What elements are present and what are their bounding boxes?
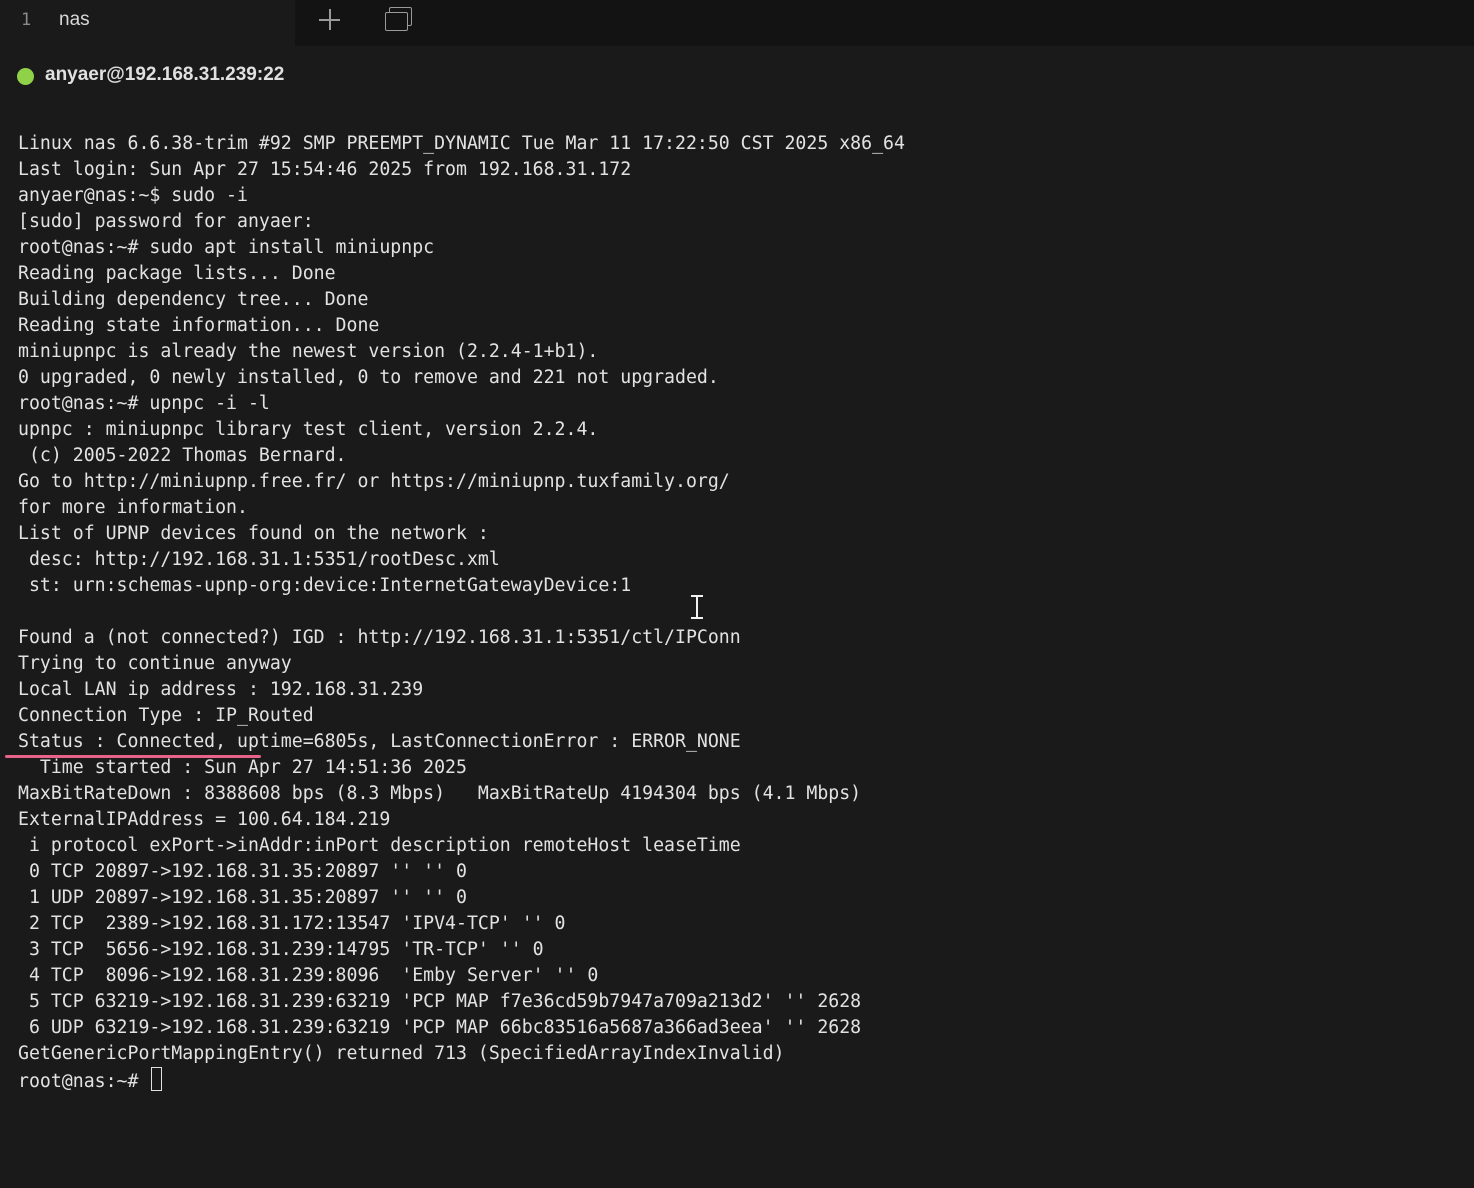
- terminal-prompt-line[interactable]: root@nas:~#: [18, 1067, 905, 1093]
- terminal-line: 2 TCP 2389->192.168.31.172:13547 'IPV4-T…: [18, 913, 566, 934]
- terminal-line: anyaer@nas:~$ sudo -i: [18, 185, 248, 206]
- terminal-line: 5 TCP 63219->192.168.31.239:63219 'PCP M…: [18, 991, 862, 1012]
- terminal-line: Found a (not connected?) IGD : http://19…: [18, 627, 741, 648]
- terminal-line: 0 upgraded, 0 newly installed, 0 to remo…: [18, 367, 719, 388]
- connection-status-dot: [17, 68, 34, 85]
- terminal-line: root@nas:~# sudo apt install miniupnpc: [18, 237, 435, 258]
- tab-label: nas: [59, 9, 90, 30]
- tab-bar: 1 nas: [0, 0, 1474, 46]
- terminal-output[interactable]: Linux nas 6.6.38-trim #92 SMP PREEMPT_DY…: [18, 131, 905, 1093]
- terminal-prompt: root@nas:~#: [18, 1071, 150, 1092]
- terminal-line: Local LAN ip address : 192.168.31.239: [18, 679, 424, 700]
- terminal-line: Go to http://miniupnp.free.fr/ or https:…: [18, 471, 730, 492]
- terminal-line: 1 UDP 20897->192.168.31.35:20897 '' '' 0: [18, 887, 467, 908]
- terminal-line: [sudo] password for anyaer:: [18, 211, 314, 232]
- session-label: anyaer@192.168.31.239:22: [45, 64, 285, 85]
- terminal-line: i protocol exPort->inAddr:inPort descrip…: [18, 835, 741, 856]
- terminal-line: ExternalIPAddress = 100.64.184.219: [18, 809, 391, 830]
- text-cursor-icon: [690, 594, 704, 620]
- windows-icon[interactable]: [381, 4, 415, 34]
- terminal-line: List of UPNP devices found on the networ…: [18, 523, 489, 544]
- status-highlight-underline: [5, 755, 261, 758]
- terminal-cursor: [151, 1067, 163, 1091]
- terminal-line: 6 UDP 63219->192.168.31.239:63219 'PCP M…: [18, 1017, 862, 1038]
- terminal-line: 4 TCP 8096->192.168.31.239:8096 'Emby Se…: [18, 965, 599, 986]
- tab-index: 1: [21, 10, 32, 30]
- terminal-line: 0 TCP 20897->192.168.31.35:20897 '' '' 0: [18, 861, 467, 882]
- terminal-line: Reading package lists... Done: [18, 263, 336, 284]
- terminal-line: Linux nas 6.6.38-trim #92 SMP PREEMPT_DY…: [18, 133, 905, 154]
- terminal-line: Connection Type : IP_Routed: [18, 705, 314, 726]
- terminal-line: Status : Connected, uptime=6805s, LastCo…: [18, 731, 741, 752]
- terminal-line: Reading state information... Done: [18, 315, 380, 336]
- terminal-line: Last login: Sun Apr 27 15:54:46 2025 fro…: [18, 159, 632, 180]
- terminal-line: upnpc : miniupnpc library test client, v…: [18, 419, 599, 440]
- tab-nas[interactable]: 1 nas: [0, 0, 295, 46]
- terminal-line: st: urn:schemas-upnp-org:device:Internet…: [18, 575, 632, 596]
- terminal-line: root@nas:~# upnpc -i -l: [18, 393, 270, 414]
- terminal-line: desc: http://192.168.31.1:5351/rootDesc.…: [18, 549, 500, 570]
- terminal-line: miniupnpc is already the newest version …: [18, 341, 599, 362]
- terminal-line: MaxBitRateDown : 8388608 bps (8.3 Mbps) …: [18, 783, 862, 804]
- terminal-line: for more information.: [18, 497, 248, 518]
- terminal-line: 3 TCP 5656->192.168.31.239:14795 'TR-TCP…: [18, 939, 544, 960]
- terminal-line: Trying to continue anyway: [18, 653, 292, 674]
- terminal-line: Building dependency tree... Done: [18, 289, 369, 310]
- plus-icon[interactable]: [315, 5, 345, 35]
- terminal-line: GetGenericPortMappingEntry() returned 71…: [18, 1043, 785, 1064]
- terminal-line: (c) 2005-2022 Thomas Bernard.: [18, 445, 347, 466]
- terminal-line: Time started : Sun Apr 27 14:51:36 2025: [18, 757, 467, 778]
